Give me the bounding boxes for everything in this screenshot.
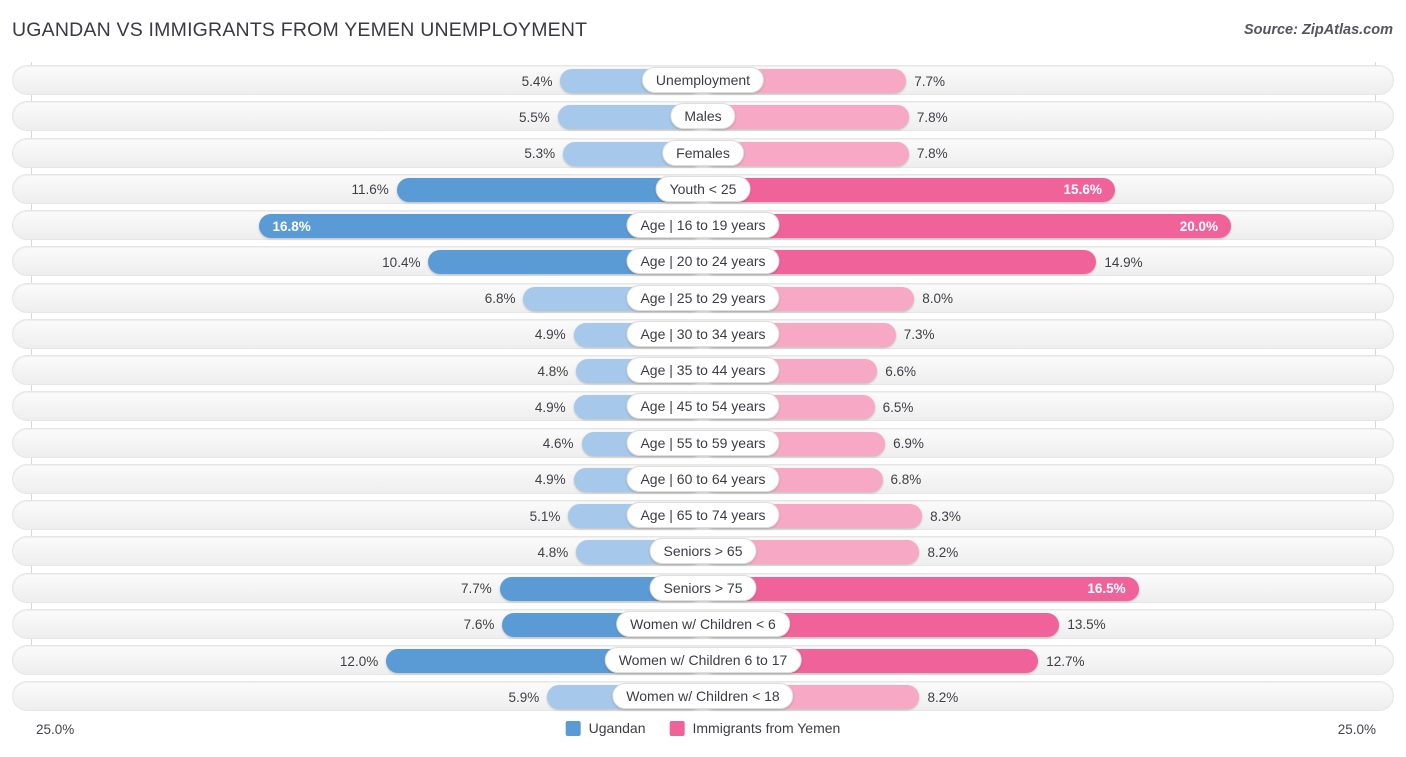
row-category-label: Age | 25 to 29 years	[626, 284, 780, 311]
row-category-label: Women w/ Children < 6	[616, 610, 790, 637]
chart-footer: 25.0% 25.0% Ugandan Immigrants from Yemen	[0, 720, 1406, 742]
row-category-label: Age | 65 to 74 years	[626, 502, 780, 528]
legend-item[interactable]: Immigrants from Yemen	[669, 720, 840, 736]
bar-value-immigrants-from-yemen: 8.3%	[930, 508, 961, 524]
bar-value-ugandan: 11.6%	[351, 182, 389, 198]
row-category-label: Age | 45 to 54 years	[626, 393, 780, 420]
axis-label-right: 25.0%	[1337, 722, 1376, 737]
bar-value-ugandan: 4.9%	[534, 399, 566, 415]
row-category-label: Women w/ Children < 18	[612, 683, 794, 710]
bar-value-ugandan: 6.8%	[484, 291, 516, 306]
bar-value-immigrants-from-yemen: 13.5%	[1067, 617, 1106, 633]
bar-value-ugandan: 4.6%	[542, 436, 574, 451]
bar-value-immigrants-from-yemen: 12.7%	[1046, 653, 1085, 669]
legend-label: Ugandan	[588, 720, 646, 736]
table-row: 5.1% 8.3% Age | 65 to 74 years	[12, 500, 1394, 530]
bar-value-immigrants-from-yemen: 7.8%	[916, 146, 948, 161]
table-row: 4.8% 6.6% Age | 35 to 44 years	[12, 355, 1394, 385]
bar-value-immigrants-from-yemen: 8.2%	[927, 689, 959, 705]
bar-value-ugandan: 5.4%	[521, 73, 553, 89]
bar-value-ugandan: 4.8%	[537, 363, 569, 379]
row-category-label: Age | 20 to 24 years	[626, 248, 780, 275]
row-category-label: Seniors > 65	[649, 538, 757, 565]
bar-half-right: 15.6%	[703, 177, 1115, 202]
bar-value-immigrants-from-yemen: 6.9%	[893, 436, 924, 451]
row-category-label: Males	[670, 103, 736, 130]
bar-value-immigrants-from-yemen: 15.6%	[1063, 182, 1102, 198]
row-category-label: Age | 30 to 34 years	[626, 320, 780, 347]
legend-item[interactable]: Ugandan	[565, 720, 646, 736]
table-row: 7.7% 16.5% Seniors > 75	[12, 572, 1394, 603]
bar-value-immigrants-from-yemen: 8.2%	[927, 544, 959, 560]
bar-value-immigrants-from-yemen: 6.5%	[882, 399, 914, 415]
row-category-label: Seniors > 75	[649, 574, 757, 601]
bar-value-ugandan: 10.4%	[382, 254, 421, 270]
bar-value-ugandan: 16.8%	[272, 218, 311, 234]
legend-label: Immigrants from Yemen	[692, 720, 841, 736]
table-row: 4.8% 8.2% Seniors > 65	[12, 536, 1394, 567]
table-row: 4.9% 6.5% Age | 45 to 54 years	[12, 391, 1394, 422]
bar-value-immigrants-from-yemen: 20.0%	[1179, 218, 1218, 234]
bar-value-immigrants-from-yemen: 6.6%	[885, 363, 917, 379]
chart-page: UGANDAN VS IMMIGRANTS FROM YEMEN UNEMPLO…	[0, 0, 1406, 757]
table-row: 4.6% 6.9% Age | 55 to 59 years	[12, 427, 1394, 458]
row-category-label: Youth < 25	[655, 175, 751, 202]
legend-swatch-icon	[565, 720, 581, 736]
table-row: 4.9% 6.8% Age | 60 to 64 years	[12, 463, 1394, 494]
bar-value-immigrants-from-yemen: 7.3%	[903, 327, 935, 343]
table-row: 4.9% 7.3% Age | 30 to 34 years	[12, 318, 1394, 349]
bar-immigrants-from-yemen: 16.5%	[703, 576, 1139, 601]
bar-value-immigrants-from-yemen: 16.5%	[1087, 581, 1126, 596]
source-attribution: Source: ZipAtlas.com	[1243, 22, 1393, 38]
chart-legend: Ugandan Immigrants from Yemen	[565, 720, 840, 736]
table-row: 5.5% 7.8% Males	[12, 101, 1394, 132]
bar-half-right: 20.0%	[703, 214, 1231, 238]
bar-value-ugandan: 5.1%	[529, 508, 561, 524]
bar-value-ugandan: 7.6%	[463, 617, 495, 633]
bar-value-ugandan: 5.9%	[508, 689, 540, 705]
row-category-label: Females	[662, 139, 744, 166]
bar-value-ugandan: 5.3%	[524, 146, 556, 161]
table-row: 6.8% 8.0% Age | 25 to 29 years	[12, 282, 1394, 313]
row-category-label: Unemployment	[641, 67, 765, 93]
bar-value-immigrants-from-yemen: 6.8%	[890, 472, 922, 488]
legend-swatch-icon	[669, 720, 685, 736]
row-category-label: Age | 60 to 64 years	[626, 465, 780, 492]
bar-value-immigrants-from-yemen: 8.0%	[922, 291, 953, 306]
bar-value-ugandan: 5.5%	[519, 109, 550, 125]
table-row: 11.6% 15.6% Youth < 25	[12, 173, 1394, 204]
table-row: 7.6% 13.5% Women w/ Children < 6	[12, 608, 1394, 639]
bar-value-ugandan: 7.7%	[460, 581, 492, 596]
table-row: 10.4% 14.9% Age | 20 to 24 years	[12, 246, 1394, 277]
bar-value-immigrants-from-yemen: 14.9%	[1104, 254, 1143, 270]
row-category-label: Women w/ Children 6 to 17	[604, 647, 802, 673]
table-row: 12.0% 12.7% Women w/ Children 6 to 17	[12, 645, 1394, 675]
bar-value-immigrants-from-yemen: 7.7%	[914, 73, 946, 89]
bar-half-left: 11.6%	[351, 177, 703, 202]
bar-value-ugandan: 4.9%	[534, 472, 566, 488]
row-category-label: Age | 16 to 19 years	[626, 212, 780, 238]
page-title: UGANDAN VS IMMIGRANTS FROM YEMEN UNEMPLO…	[12, 19, 588, 41]
table-row: 5.3% 7.8% Females	[12, 137, 1394, 168]
bar-half-right: 7.8%	[703, 105, 948, 130]
bar-value-ugandan: 4.9%	[534, 327, 566, 343]
table-row: 16.8% 20.0% Age | 16 to 19 years	[12, 210, 1394, 240]
bar-value-immigrants-from-yemen: 7.8%	[916, 109, 948, 125]
row-category-label: Age | 35 to 44 years	[626, 357, 780, 383]
bar-immigrants-from-yemen: 15.6%	[703, 177, 1115, 202]
bar-half-right: 16.5%	[703, 576, 1139, 601]
axis-label-left: 25.0%	[36, 722, 75, 737]
chart-plot-area: 5.4% 7.7% Unemployment 5.5% 7.8% Males 5.3% 7.8…	[0, 62, 1406, 717]
table-row: 5.4% 7.7% Unemployment	[12, 65, 1394, 95]
bar-value-ugandan: 4.8%	[537, 544, 569, 560]
table-row: 5.9% 8.2% Women w/ Children < 18	[12, 681, 1394, 712]
row-category-label: Age | 55 to 59 years	[626, 429, 780, 456]
bar-immigrants-from-yemen: 20.0%	[703, 214, 1231, 238]
bar-rows: 5.4% 7.7% Unemployment 5.5% 7.8% Males 5.3% 7.8…	[0, 65, 1406, 718]
bar-value-ugandan: 12.0%	[339, 653, 379, 669]
